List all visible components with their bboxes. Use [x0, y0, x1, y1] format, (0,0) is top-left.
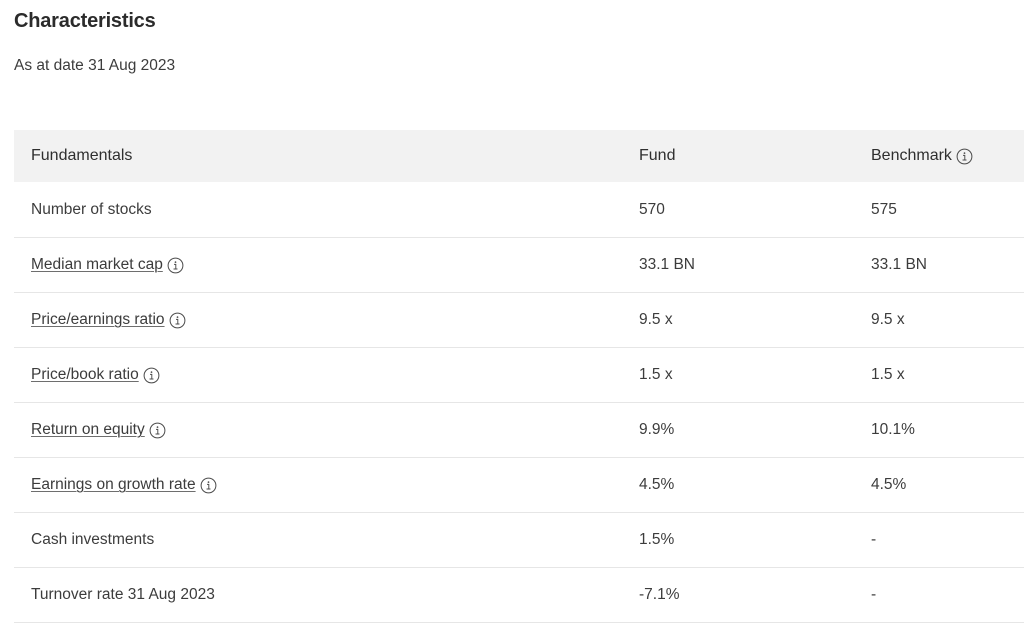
fund-value-cell: 9.5 x — [639, 311, 673, 328]
benchmark-value-cell: 4.5% — [871, 476, 907, 493]
row-label-cell: Price/earnings ratio — [14, 311, 625, 329]
row-label: Cash investments — [31, 531, 155, 548]
fund-value-cell: 33.1 BN — [639, 256, 696, 273]
table-row: Price/book ratio 1.5 x 1.5 x — [14, 347, 1024, 402]
row-label[interactable]: Return on equity — [31, 421, 145, 439]
row-label-cell: Cash investments — [14, 531, 625, 549]
table-row: Median market cap 33.1 BN 33.1 BN — [14, 237, 1024, 292]
benchmark-value-cell: 10.1% — [871, 421, 915, 438]
column-header-fundamentals-label: Fundamentals — [31, 147, 133, 164]
fund-value-cell: -7.1% — [639, 586, 680, 603]
table-row: Cash investments 1.5% - — [14, 512, 1024, 567]
row-label-cell: Earnings on growth rate — [14, 476, 625, 494]
page-title: Characteristics — [14, 10, 156, 32]
row-label: Number of stocks — [31, 200, 152, 218]
row-label-cell: Number of stocks — [14, 201, 625, 219]
benchmark-value-cell: - — [871, 586, 877, 603]
table-body: Number of stocks 570 575 Median market cap 3… — [14, 182, 1024, 624]
characteristics-table: Fundamentals Fund Benchmark Number of st… — [14, 130, 1024, 624]
table-row: Number of stocks 570 575 — [14, 182, 1024, 237]
table-row: Earnings on growth rate 4.5% 4.5% — [14, 457, 1024, 512]
row-label: Turnover rate 31 Aug 2023 — [31, 586, 215, 603]
column-header-benchmark: Benchmark — [857, 147, 1024, 165]
column-header-benchmark-label: Benchmark — [871, 147, 952, 164]
row-label[interactable]: Median market cap — [31, 256, 163, 274]
info-circle-icon[interactable] — [149, 422, 166, 439]
benchmark-value-cell: 575 — [871, 200, 897, 218]
info-circle-icon[interactable] — [200, 477, 217, 494]
benchmark-value-cell: - — [871, 531, 877, 548]
fund-value-cell: 1.5 x — [639, 366, 673, 383]
column-header-fundamentals: Fundamentals — [14, 147, 625, 165]
info-circle-icon[interactable] — [167, 257, 184, 274]
row-label-cell: Return on equity — [14, 421, 625, 439]
table-row: Price/earnings ratio 9.5 x 9.5 x — [14, 292, 1024, 347]
info-circle-icon[interactable] — [956, 148, 973, 165]
column-header-fund-label: Fund — [639, 147, 676, 164]
row-label[interactable]: Price/earnings ratio — [31, 311, 165, 329]
benchmark-value-cell: 9.5 x — [871, 311, 905, 328]
info-circle-icon[interactable] — [169, 312, 186, 329]
fund-value-cell: 9.9% — [639, 421, 675, 438]
table-row: Turnover rate 31 Aug 2023 -7.1% - — [14, 567, 1024, 622]
benchmark-value-cell: 1.5 x — [871, 366, 905, 383]
as-at-date-label: As at date 31 Aug 2023 — [14, 57, 176, 74]
row-label-cell: Median market cap — [14, 256, 625, 274]
row-label-cell: Price/book ratio — [14, 366, 625, 384]
column-header-fund: Fund — [625, 147, 857, 165]
characteristics-page: Characteristics As at date 31 Aug 2023 F… — [0, 0, 1024, 639]
row-label[interactable]: Price/book ratio — [31, 366, 139, 384]
fund-value-cell: 570 — [639, 200, 665, 218]
table-row: Return on equity 9.9% 10.1% — [14, 402, 1024, 457]
table-header-row: Fundamentals Fund Benchmark — [14, 130, 1024, 182]
row-label-cell: Turnover rate 31 Aug 2023 — [14, 586, 625, 604]
info-circle-icon[interactable] — [143, 367, 160, 384]
fund-value-cell: 4.5% — [639, 476, 675, 493]
benchmark-value-cell: 33.1 BN — [871, 256, 928, 273]
row-label[interactable]: Earnings on growth rate — [31, 476, 196, 494]
table-bottom-divider — [14, 622, 1024, 624]
fund-value-cell: 1.5% — [639, 531, 675, 548]
